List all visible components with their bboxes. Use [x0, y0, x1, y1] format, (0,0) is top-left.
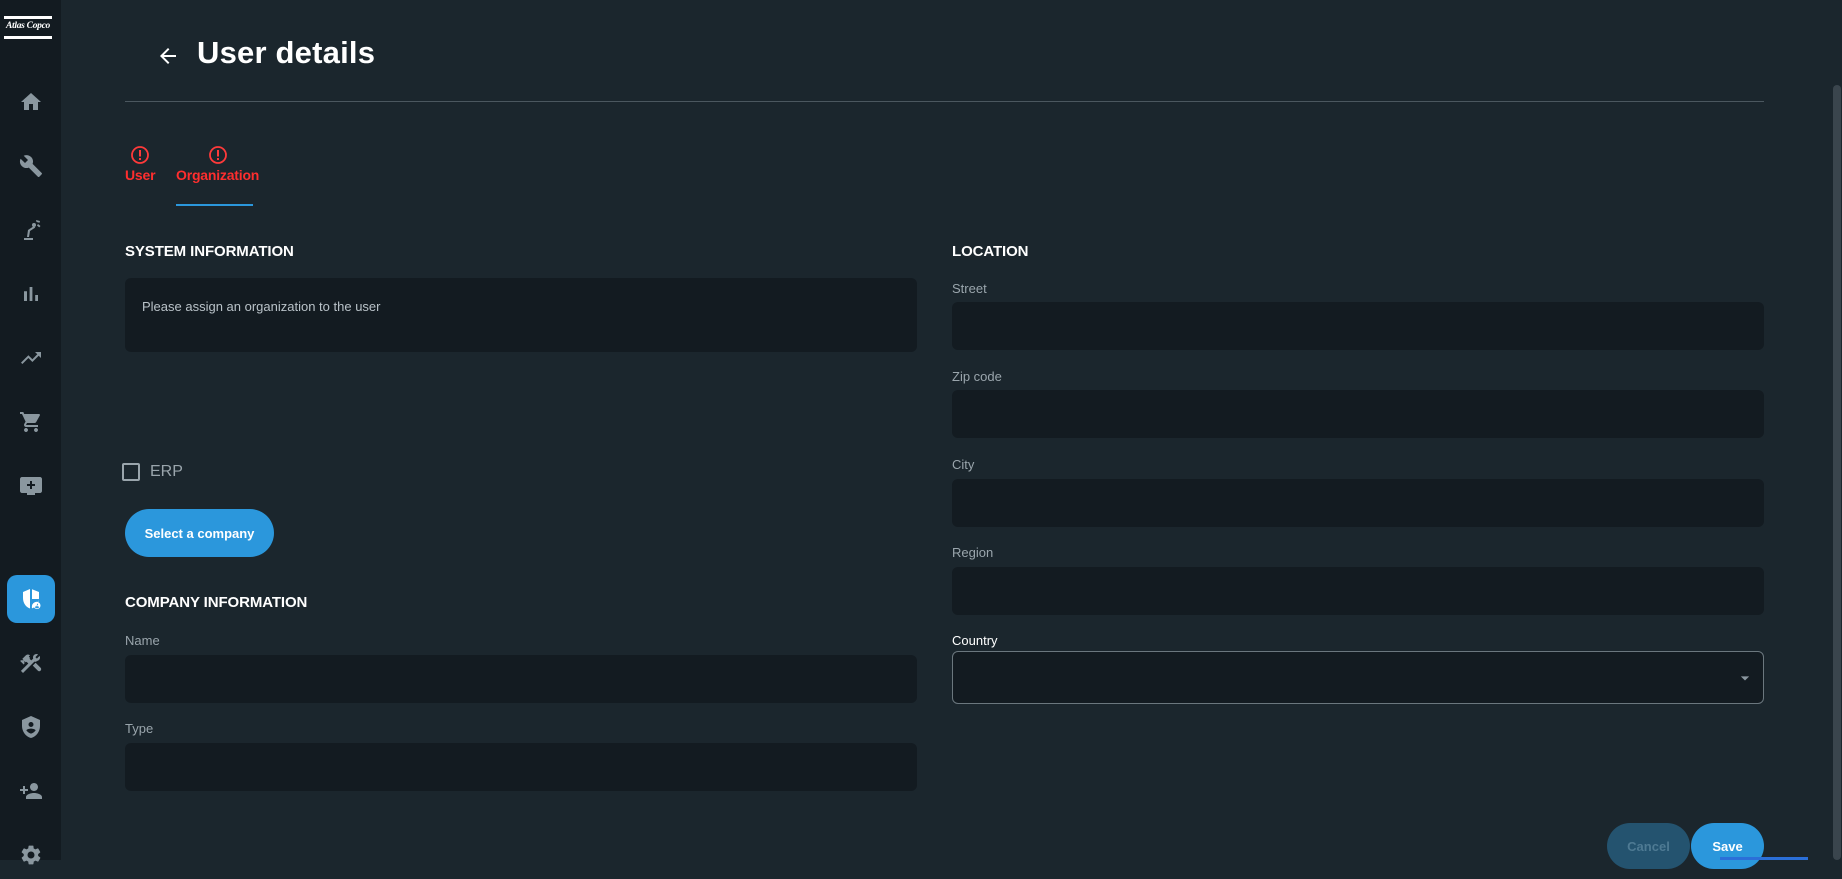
page-scrollbar[interactable] [1832, 0, 1842, 860]
atlas-copco-logo[interactable]: Atlas Copco [4, 16, 52, 42]
zip-code-label: Zip code [952, 369, 1002, 384]
sidebar-item-messages[interactable] [0, 462, 61, 510]
gear-icon [21, 845, 40, 865]
cancel-button[interactable]: Cancel [1607, 823, 1690, 869]
bar-chart-icon [23, 287, 38, 301]
sidebar-item-security[interactable] [0, 703, 61, 751]
sidebar-item-trends[interactable] [0, 334, 61, 382]
type-label: Type [125, 721, 154, 736]
sidebar-item-home[interactable] [0, 78, 61, 126]
tab-user[interactable]: User [125, 145, 156, 183]
monitor-add-icon [19, 477, 42, 495]
country-select[interactable] [952, 651, 1764, 704]
region-field[interactable] [952, 567, 1764, 615]
logo-text: Atlas Copco [6, 21, 50, 31]
street-label: Street [952, 281, 987, 296]
company-type-field[interactable] [125, 743, 917, 791]
checkbox-box[interactable] [122, 463, 140, 481]
page-title: User details [197, 35, 376, 70]
street-field[interactable] [952, 302, 1764, 350]
zip-code-field[interactable] [952, 390, 1764, 438]
error-icon [208, 146, 227, 164]
name-label: Name [125, 633, 160, 648]
region-label: Region [952, 545, 994, 560]
cart-icon [19, 412, 40, 432]
tab-user-label: User [125, 167, 156, 183]
active-tab-indicator [176, 204, 253, 206]
robot-arm-icon [23, 220, 40, 240]
sidebar-item-tools[interactable] [0, 639, 61, 687]
hammer-screwdriver-icon [19, 654, 41, 673]
sidebar-item-shop[interactable] [0, 398, 61, 446]
organization-notice: Please assign an organization to the use… [125, 278, 917, 352]
tab-organization[interactable]: Organization [176, 145, 259, 183]
sidebar-item-robot[interactable] [0, 206, 61, 254]
sidebar-item-user-admin[interactable] [0, 575, 61, 623]
arrow-left-icon [160, 48, 176, 64]
select-company-button[interactable]: Select a company [125, 509, 274, 557]
city-label: City [952, 457, 975, 472]
shield-icon [21, 716, 40, 738]
erp-label: ERP [150, 463, 183, 480]
sidebar-item-add-user[interactable] [0, 767, 61, 815]
person-add-icon [19, 783, 42, 799]
city-field[interactable] [952, 479, 1764, 527]
back-button[interactable] [156, 44, 180, 68]
company-information-title: COMPANY INFORMATION [125, 594, 308, 611]
sidebar-item-reports[interactable] [0, 270, 61, 318]
sidebar: Atlas Copco [0, 0, 61, 865]
country-label: Country [952, 633, 998, 648]
tab-organization-label: Organization [176, 167, 260, 183]
trending-up-icon [20, 352, 41, 364]
wrench-icon [19, 155, 42, 177]
save-button[interactable]: Save [1691, 823, 1764, 869]
home-icon [20, 93, 41, 110]
error-icon [131, 146, 150, 164]
sidebar-item-settings[interactable] [0, 831, 61, 879]
shield-user-icon [22, 589, 40, 609]
scrollbar-thumb[interactable] [1833, 85, 1841, 860]
company-name-field[interactable] [125, 655, 917, 703]
sidebar-item-service[interactable] [0, 142, 61, 190]
header-divider [125, 101, 1764, 102]
caret-down-icon [1740, 676, 1750, 681]
location-title: LOCATION [952, 243, 1029, 260]
system-information-title: SYSTEM INFORMATION [125, 243, 294, 260]
erp-checkbox[interactable]: ERP [122, 463, 183, 481]
